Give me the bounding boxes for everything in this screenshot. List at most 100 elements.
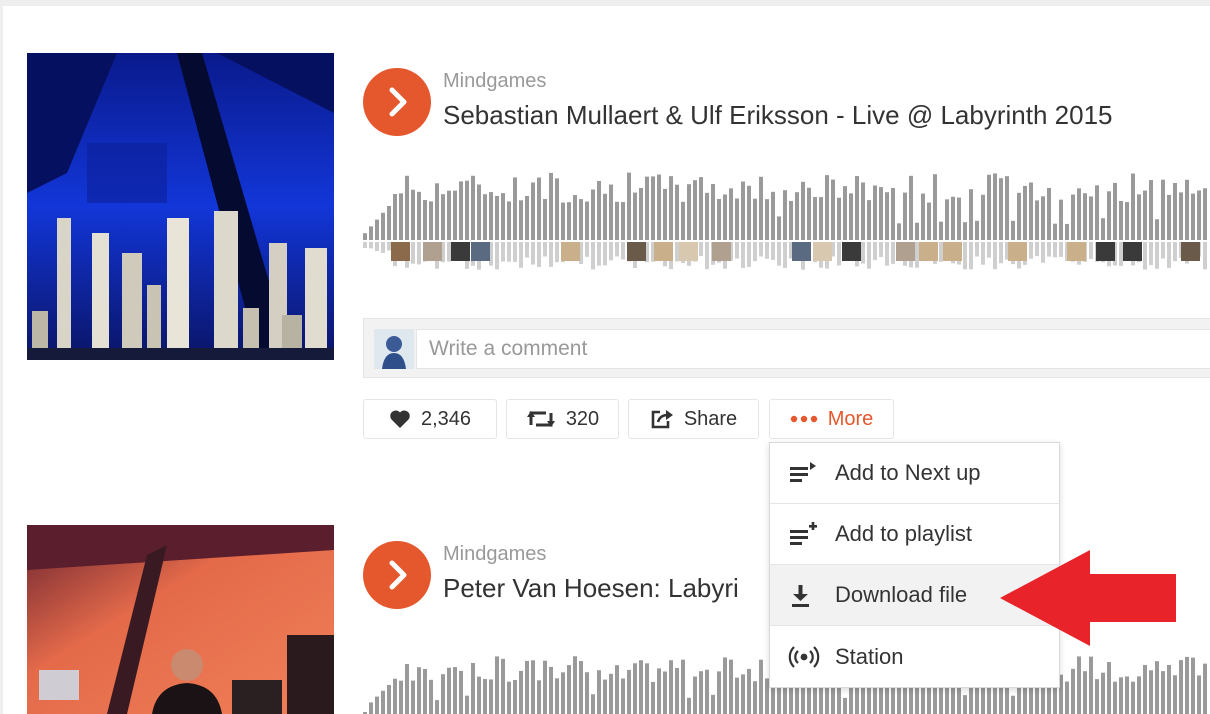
waveform-bar (987, 242, 991, 258)
waveform-bar (663, 188, 667, 240)
track-uploader[interactable]: Mindgames (443, 543, 546, 566)
repost-button[interactable]: 320 (506, 399, 619, 439)
comment-avatar-thumbnail[interactable] (1067, 242, 1086, 261)
waveform-bar (531, 182, 535, 240)
comment-form (363, 318, 1210, 378)
waveform-bar (1179, 660, 1183, 714)
waveform-bar (507, 201, 511, 240)
waveform-bar (423, 199, 427, 240)
comment-input[interactable] (416, 329, 1210, 369)
left-divider (0, 0, 3, 714)
comment-avatar-thumbnail[interactable] (896, 242, 915, 261)
comment-avatar-thumbnail[interactable] (471, 242, 490, 261)
waveform-bar (699, 671, 703, 714)
waveform-bar (477, 676, 481, 714)
waveform-bar (1113, 182, 1117, 240)
waveform-bar (999, 242, 1003, 264)
comment-avatar-thumbnail[interactable] (391, 242, 410, 261)
play-button[interactable] (363, 541, 431, 609)
waveform-bar (735, 242, 739, 259)
waveform-bar (495, 242, 499, 270)
waveform-bar (699, 242, 703, 257)
like-button[interactable]: 2,346 (363, 399, 497, 439)
waveform-bar (1143, 190, 1147, 240)
play-button[interactable] (363, 68, 431, 136)
comment-avatar-thumbnail[interactable] (627, 242, 646, 261)
comment-avatar-thumbnail[interactable] (919, 242, 938, 261)
track-title[interactable]: Peter Van Hoesen: Labyri (443, 573, 739, 604)
waveform-bar (1041, 242, 1045, 263)
comment-avatar-thumbnail[interactable] (679, 242, 698, 261)
comment-avatar-thumbnail[interactable] (561, 242, 580, 261)
waveform-bar (561, 672, 565, 714)
waveform-bar (1185, 656, 1189, 714)
comment-avatar-thumbnail[interactable] (654, 242, 673, 261)
waveform-bar (867, 200, 871, 240)
waveform-bar (951, 196, 955, 240)
waveform-bar (507, 242, 511, 262)
waveform-bar (1197, 190, 1201, 240)
waveform-bar (747, 185, 751, 240)
waveform-bar (729, 659, 733, 714)
more-button[interactable]: More (769, 399, 894, 439)
waveform-bar (963, 242, 967, 270)
waveform-bar (429, 679, 433, 714)
waveform-bar (675, 667, 679, 714)
waveform-bar (399, 193, 403, 240)
waveform-bar (693, 180, 697, 240)
comment-avatar-thumbnail[interactable] (943, 242, 962, 261)
comment-avatar-thumbnail[interactable] (842, 242, 861, 261)
track-title[interactable]: Sebastian Mullaert & Ulf Eriksson - Live… (443, 100, 1113, 131)
like-count: 2,346 (420, 407, 472, 430)
waveform-bar (1119, 677, 1123, 714)
waveform-bar (705, 242, 709, 270)
waveform-bar (759, 242, 763, 257)
comment-avatar-thumbnail[interactable] (1008, 242, 1027, 261)
waveform-bar (585, 201, 589, 240)
waveform-bar (405, 664, 409, 714)
waveform-bar (663, 671, 667, 714)
track-uploader[interactable]: Mindgames (443, 70, 546, 93)
comment-avatar-thumbnail[interactable] (451, 242, 470, 261)
comment-avatar-thumbnail[interactable] (423, 242, 442, 261)
track-artwork[interactable] (27, 53, 334, 360)
waveform-bar (519, 670, 523, 714)
comment-avatar-thumbnail[interactable] (712, 242, 731, 261)
waveform-bar (447, 190, 451, 240)
waveform-bar (765, 199, 769, 240)
waveform-bar (687, 184, 691, 240)
share-button[interactable]: Share (628, 399, 759, 439)
waveform-bar (507, 681, 511, 714)
waveform-bar (963, 695, 967, 714)
waveform-bar (537, 242, 541, 267)
waveform-bar (1203, 242, 1207, 270)
waveform-bar (1143, 664, 1147, 714)
waveform-bar (693, 676, 697, 714)
waveform-bar (975, 220, 979, 240)
waveform-bar (999, 178, 1003, 240)
comment-avatar-thumbnail[interactable] (813, 242, 832, 261)
waveform-bar (1077, 188, 1081, 240)
waveform-bar (1191, 657, 1195, 714)
comment-avatar-thumbnail[interactable] (1181, 242, 1200, 261)
waveform-bar (681, 659, 685, 714)
waveform-bar (1011, 695, 1015, 714)
comment-avatar-thumbnail[interactable] (792, 242, 811, 261)
waveform-bar (741, 674, 745, 714)
waveform-bar (465, 180, 469, 240)
waveform-bar (453, 667, 457, 714)
comment-avatar-thumbnail[interactable] (1123, 242, 1142, 261)
waveform-bar (417, 191, 421, 240)
comment-avatar-thumbnail[interactable] (1096, 242, 1115, 261)
waveform-bar (543, 660, 547, 714)
waveform[interactable] (363, 160, 1210, 270)
waveform-bar (1131, 173, 1135, 240)
track-artwork[interactable] (27, 525, 334, 714)
waveform-bar (777, 216, 781, 240)
waveform-bar (555, 678, 559, 714)
waveform-bar (483, 678, 487, 714)
waveform-bar (921, 193, 925, 240)
menu-item-add-to-next-up[interactable]: Add to Next up (770, 443, 1059, 504)
waveform-bar (375, 242, 379, 252)
waveform-bar (1185, 179, 1189, 240)
